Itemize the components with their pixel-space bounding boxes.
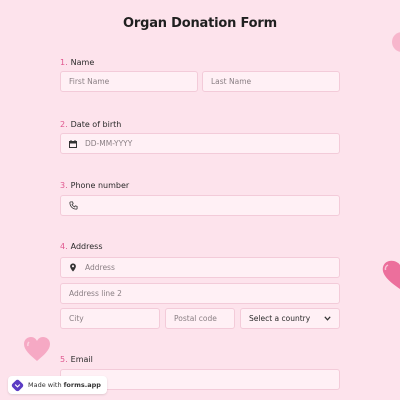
last-name-placeholder: Last Name [211,77,252,86]
phone-input[interactable] [60,195,340,216]
address-line2-placeholder: Address line 2 [69,289,122,298]
address-line2-input[interactable]: Address line 2 [60,283,340,304]
phone-icon [69,201,79,211]
heart-icon [382,260,400,289]
question-label-address: 4. Address [60,242,103,251]
question-label-phone: 3. Phone number [60,181,129,190]
question-label-name: 1. Name [60,58,94,67]
forms-app-logo-icon [11,379,24,391]
badge-prefix: Made with [28,381,62,389]
first-name-placeholder: First Name [69,77,110,86]
question-text: Phone number [70,181,130,190]
badge-brand: forms.app [63,381,101,389]
address-line1-input[interactable]: Address [60,257,340,278]
question-number: 5. [60,355,68,364]
heart-icon [392,32,400,52]
question-text: Address [70,242,103,251]
last-name-input[interactable]: Last Name [202,71,340,92]
question-text: Email [70,355,93,364]
question-number: 2. [60,120,68,129]
date-of-birth-input[interactable]: DD-MM-YYYY [60,133,340,154]
heart-icon [24,337,50,361]
city-input[interactable]: City [60,308,160,329]
location-pin-icon [69,263,79,273]
question-label-email: 5. Email [60,355,93,364]
country-select[interactable]: Select a country [240,308,340,329]
question-number: 1. [60,58,68,67]
date-placeholder: DD-MM-YYYY [85,139,133,148]
postal-code-input[interactable]: Postal code [165,308,235,329]
made-with-badge[interactable]: Made with forms.app [8,376,107,394]
country-select-value: Select a country [249,314,311,323]
question-number: 3. [60,181,68,190]
question-label-dob: 2. Date of birth [60,120,121,129]
form-title: Organ Donation Form [123,16,277,31]
first-name-input[interactable]: First Name [60,71,198,92]
question-number: 4. [60,242,68,251]
question-text: Date of birth [70,120,122,129]
postal-code-placeholder: Postal code [174,314,217,323]
question-text: Name [70,58,95,67]
calendar-icon [69,139,79,149]
chevron-down-icon [324,314,331,323]
address-line1-placeholder: Address [85,263,115,272]
city-placeholder: City [69,314,84,323]
